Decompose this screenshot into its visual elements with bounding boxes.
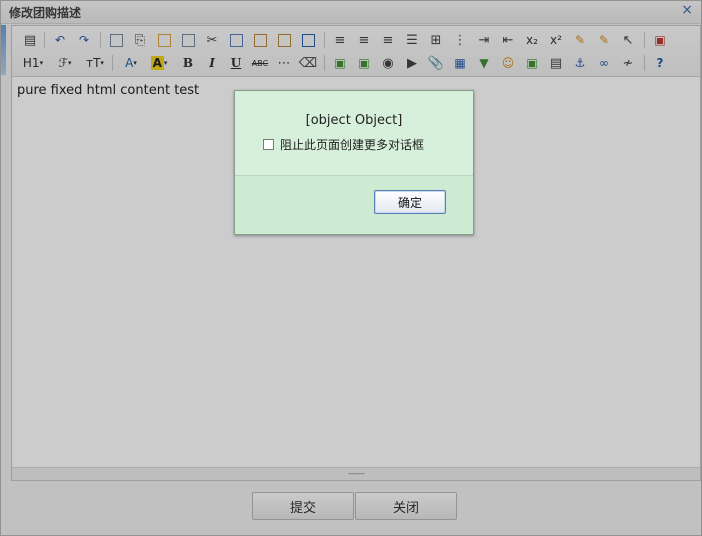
ok-button[interactable]: 确定 [374,190,446,214]
browser-alert-dialog: [object Object] 阻止此页面创建更多对话框 确定 [234,90,474,235]
alert-message: [object Object] [305,113,403,128]
suppress-dialogs-checkbox[interactable] [263,139,274,150]
alert-message-panel: [object Object] 阻止此页面创建更多对话框 [235,91,473,176]
suppress-dialogs-label: 阻止此页面创建更多对话框 [280,138,425,152]
page: 修改团购描述 × ▤ ↶ ↷ ⎘ ✂ ≡ ≡ ≡ ☰ ⊞ ⋮ ⇥ ⇤ x₂ x²… [0,0,702,536]
modal-overlay [0,0,702,536]
suppress-dialogs-checkbox-row[interactable]: 阻止此页面创建更多对话框 [263,136,424,153]
